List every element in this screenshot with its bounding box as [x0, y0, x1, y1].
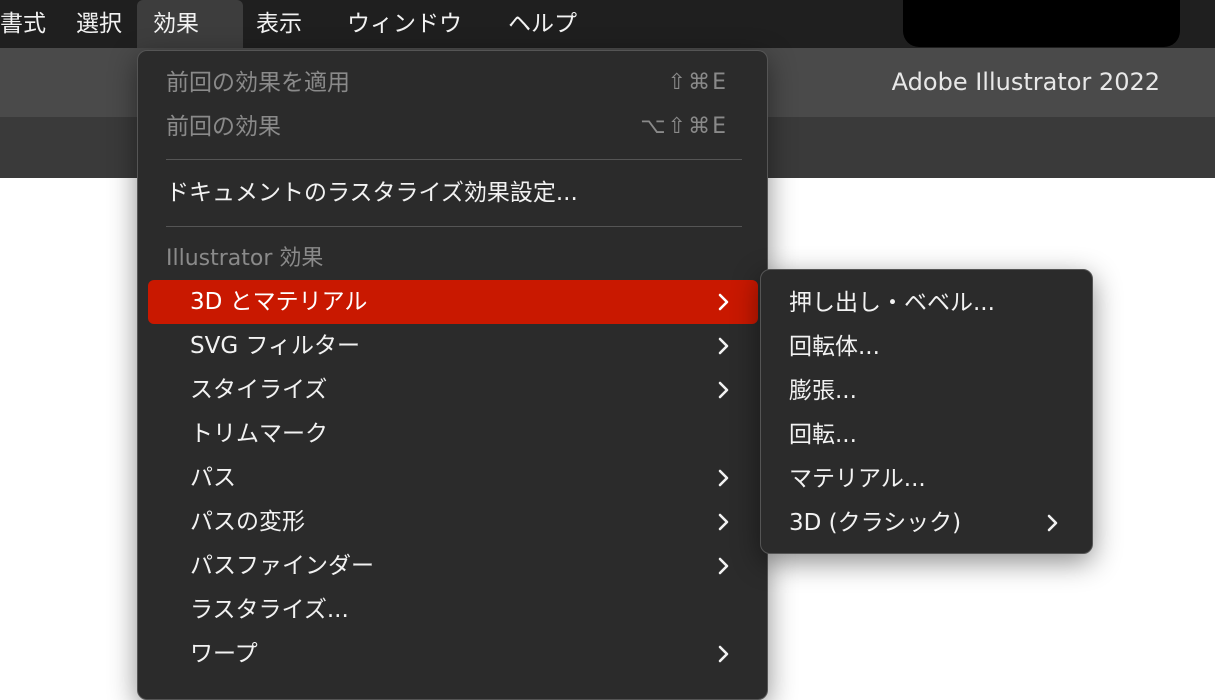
- menu-item-label: 前回の効果を適用: [166, 70, 350, 96]
- menu-item-document-raster-settings[interactable]: ドキュメントのラスタライズ効果設定...: [148, 171, 758, 215]
- shortcut-label: ⇧⌘E: [667, 70, 728, 95]
- submenu-item-label: マテリアル...: [789, 466, 926, 492]
- menu-item-crop-marks[interactable]: トリムマーク: [148, 412, 758, 456]
- menu-item-label: ラスタライズ...: [190, 597, 349, 623]
- menu-item-label: パス: [190, 465, 236, 491]
- chevron-right-icon: [718, 293, 729, 311]
- menu-item-label: スタイライズ: [190, 377, 328, 403]
- menu-item-label: ワープ: [190, 641, 258, 667]
- chevron-right-icon: [718, 337, 729, 355]
- submenu-item-label: 3D (クラシック): [789, 510, 962, 536]
- submenu-item-revolve[interactable]: 回転体...: [771, 325, 1083, 369]
- chevron-right-icon: [1047, 514, 1058, 532]
- submenu-item-inflate[interactable]: 膨張...: [771, 369, 1083, 413]
- menu-item-label: パスの変形: [190, 509, 305, 535]
- menu-bar: 書式 選択 効果 表示 ウィンドウ ヘルプ: [0, 0, 1215, 48]
- menu-item-3d-and-materials[interactable]: 3D とマテリアル: [148, 280, 758, 324]
- menu-item-stylize[interactable]: スタイライズ: [148, 368, 758, 412]
- menu-item-pathfinder[interactable]: パスファインダー: [148, 544, 758, 588]
- 3d-materials-submenu: 押し出し・ベベル... 回転体... 膨張... 回転... マテリアル... …: [760, 269, 1093, 554]
- camera-notch: [903, 0, 1180, 47]
- chevron-right-icon: [718, 557, 729, 575]
- chevron-right-icon: [718, 513, 729, 531]
- menu-item-svg-filters[interactable]: SVG フィルター: [148, 324, 758, 368]
- menu-select[interactable]: 選択: [60, 0, 138, 48]
- submenu-item-rotate[interactable]: 回転...: [771, 413, 1083, 457]
- submenu-item-extrude-bevel[interactable]: 押し出し・ベベル...: [771, 281, 1083, 325]
- menu-item-rasterize[interactable]: ラスタライズ...: [148, 588, 758, 632]
- menu-separator: [166, 226, 742, 227]
- menu-item-label: パスファインダー: [190, 553, 374, 579]
- menu-item-label: ドキュメントのラスタライズ効果設定...: [166, 180, 578, 206]
- submenu-item-label: 膨張...: [789, 378, 857, 404]
- chevron-right-icon: [718, 645, 729, 663]
- menu-item-label: 3D とマテリアル: [190, 289, 368, 315]
- submenu-item-label: 回転体...: [789, 334, 880, 360]
- submenu-item-3d-classic[interactable]: 3D (クラシック): [771, 501, 1083, 545]
- chevron-right-icon: [718, 469, 729, 487]
- chevron-right-icon: [718, 381, 729, 399]
- menu-format[interactable]: 書式: [0, 0, 62, 48]
- app-title: Adobe Illustrator 2022: [891, 68, 1160, 96]
- menu-help[interactable]: ヘルプ: [492, 0, 593, 48]
- submenu-item-label: 押し出し・ベベル...: [789, 290, 995, 316]
- menu-item-warp[interactable]: ワープ: [148, 632, 758, 676]
- menu-effect[interactable]: 効果: [137, 0, 243, 48]
- menu-item-apply-last-effect: 前回の効果を適用 ⇧⌘E: [148, 61, 758, 105]
- submenu-item-label: 回転...: [789, 422, 857, 448]
- menu-window[interactable]: ウィンドウ: [331, 0, 478, 48]
- menu-separator: [166, 159, 742, 160]
- submenu-item-materials[interactable]: マテリアル...: [771, 457, 1083, 501]
- menu-item-last-effect: 前回の効果 ⌥⇧⌘E: [148, 105, 758, 149]
- menu-item-path[interactable]: パス: [148, 456, 758, 500]
- menu-item-label: SVG フィルター: [190, 333, 361, 359]
- section-label-illustrator-effects: Illustrator 効果: [166, 246, 324, 271]
- menu-item-distort-transform[interactable]: パスの変形: [148, 500, 758, 544]
- menu-item-label: 前回の効果: [166, 114, 281, 140]
- effect-menu: 前回の効果を適用 ⇧⌘E 前回の効果 ⌥⇧⌘E ドキュメントのラスタライズ効果設…: [137, 50, 768, 700]
- menu-item-label: トリムマーク: [190, 421, 328, 447]
- shortcut-label: ⌥⇧⌘E: [640, 114, 728, 139]
- menu-view[interactable]: 表示: [240, 0, 318, 48]
